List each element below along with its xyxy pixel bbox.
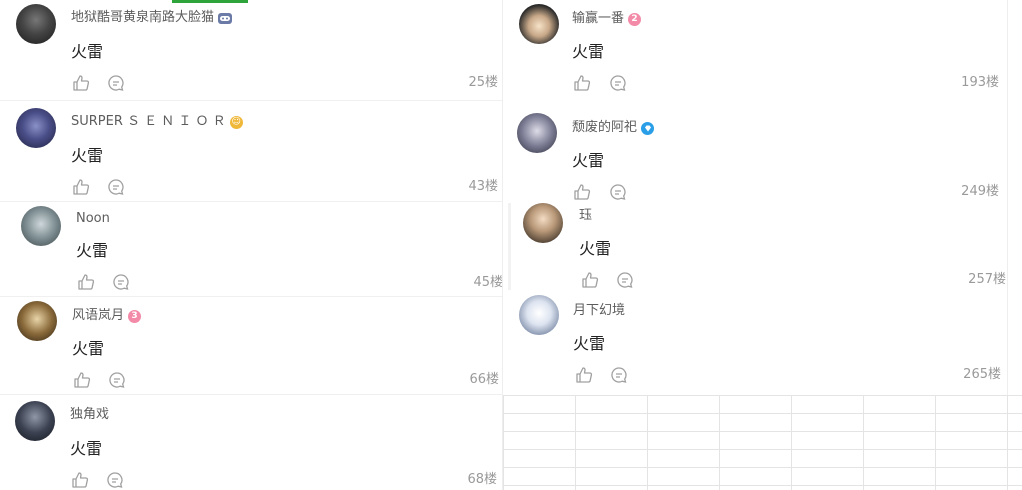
comment-card: 地狱酷哥黄泉南路大脸猫 火雷 25楼 xyxy=(0,0,503,98)
username-text[interactable]: 珏 xyxy=(579,207,592,225)
comment-card: 风语岚月 3 火雷 66楼 xyxy=(0,296,503,394)
username[interactable]: SURPER Ｓ Ｅ Ｎ Ｉ Ｏ Ｒ ☺ xyxy=(71,113,243,131)
right-edge-divider xyxy=(1007,0,1008,395)
comment-card: 珏 火雷 257楼 xyxy=(508,203,1016,290)
reply-bubble-icon[interactable] xyxy=(108,371,126,389)
avatar[interactable] xyxy=(519,4,559,44)
comment-text: 火雷 xyxy=(71,42,104,61)
comment-card: 输赢一番 2 火雷 193楼 xyxy=(503,0,1007,103)
reply-bubble-icon[interactable] xyxy=(107,178,125,196)
reply-bubble-icon[interactable] xyxy=(610,366,628,384)
username-text[interactable]: 地狱酷哥黄泉南路大脸猫 xyxy=(71,9,214,27)
username[interactable]: 风语岚月 3 xyxy=(72,307,142,325)
thumbs-up-icon[interactable] xyxy=(573,183,591,201)
avatar[interactable] xyxy=(15,401,55,441)
avatar[interactable] xyxy=(16,4,56,44)
comment-text: 火雷 xyxy=(76,241,109,260)
username[interactable]: Noon xyxy=(76,210,110,228)
reply-bubble-icon[interactable] xyxy=(107,74,125,92)
floor-number: 43楼 xyxy=(468,179,498,194)
avatar[interactable] xyxy=(16,108,56,148)
comment-card: 颓废的阿祀 火雷 249楼 xyxy=(503,108,1007,203)
thumbs-up-icon[interactable] xyxy=(573,74,591,92)
spreadsheet-grid-background xyxy=(503,395,1022,490)
comment-text: 火雷 xyxy=(572,151,605,170)
reply-bubble-icon[interactable] xyxy=(609,74,627,92)
username[interactable]: 珏 xyxy=(579,207,592,225)
comment-card: SURPER Ｓ Ｅ Ｎ Ｉ Ｏ Ｒ ☺ 火雷 43楼 xyxy=(0,103,503,201)
thumbs-up-icon[interactable] xyxy=(72,74,90,92)
floor-number: 45楼 xyxy=(473,275,503,290)
username-text[interactable]: 月下幻境 xyxy=(573,302,625,320)
username-text[interactable]: 输赢一番 xyxy=(572,10,624,28)
divider xyxy=(0,394,503,395)
username-text[interactable]: 颓废的阿祀 xyxy=(572,119,637,137)
floor-number: 257楼 xyxy=(968,272,1006,287)
username[interactable]: 月下幻境 xyxy=(573,302,625,320)
comment-card: Noon 火雷 45楼 xyxy=(0,201,503,296)
comment-card: 独角戏 火雷 68楼 xyxy=(0,394,503,490)
floor-number: 249楼 xyxy=(961,184,999,199)
username[interactable]: 输赢一番 2 xyxy=(572,10,642,28)
comment-text: 火雷 xyxy=(572,42,605,61)
thumbs-up-icon[interactable] xyxy=(581,271,599,289)
emoji-badge-icon: ☺ xyxy=(229,115,243,129)
comment-text: 火雷 xyxy=(573,334,606,353)
divider xyxy=(0,100,503,101)
comment-card: 月下幻境 火雷 265楼 xyxy=(503,290,1007,395)
comment-text: 火雷 xyxy=(70,439,103,458)
game-controller-icon xyxy=(218,12,233,24)
divider xyxy=(0,296,503,297)
username-text[interactable]: 风语岚月 xyxy=(72,307,124,325)
column-divider xyxy=(502,0,503,490)
floor-number: 193楼 xyxy=(961,75,999,90)
floor-number: 25楼 xyxy=(468,75,498,90)
reply-bubble-icon[interactable] xyxy=(609,183,627,201)
floor-number: 66楼 xyxy=(469,372,499,387)
avatar[interactable] xyxy=(523,203,563,243)
username-text[interactable]: Noon xyxy=(76,210,110,228)
thumbs-up-icon[interactable] xyxy=(72,178,90,196)
username-text[interactable]: 独角戏 xyxy=(70,406,109,424)
thumbs-up-icon[interactable] xyxy=(73,371,91,389)
reply-bubble-icon[interactable] xyxy=(106,471,124,489)
level-badge-icon: 3 xyxy=(128,309,142,323)
avatar[interactable] xyxy=(21,206,61,246)
comment-text: 火雷 xyxy=(72,339,105,358)
comment-text: 火雷 xyxy=(71,146,104,165)
reply-bubble-icon[interactable] xyxy=(616,271,634,289)
floor-number: 68楼 xyxy=(467,472,497,487)
divider xyxy=(0,201,503,202)
verified-diamond-icon xyxy=(641,121,655,135)
thumbs-up-icon[interactable] xyxy=(77,273,95,291)
comment-text: 火雷 xyxy=(579,239,612,258)
level-badge-icon: 2 xyxy=(628,12,642,26)
thumbs-up-icon[interactable] xyxy=(575,366,593,384)
avatar[interactable] xyxy=(17,301,57,341)
active-tab-indicator xyxy=(172,0,248,3)
avatar[interactable] xyxy=(519,295,559,335)
username[interactable]: 颓废的阿祀 xyxy=(572,119,655,137)
thumbs-up-icon[interactable] xyxy=(71,471,89,489)
floor-number: 265楼 xyxy=(963,367,1001,382)
username[interactable]: 独角戏 xyxy=(70,406,109,424)
reply-bubble-icon[interactable] xyxy=(112,273,130,291)
username[interactable]: 地狱酷哥黄泉南路大脸猫 xyxy=(71,9,233,27)
avatar[interactable] xyxy=(517,113,557,153)
username-text[interactable]: SURPER Ｓ Ｅ Ｎ Ｉ Ｏ Ｒ xyxy=(71,113,226,131)
